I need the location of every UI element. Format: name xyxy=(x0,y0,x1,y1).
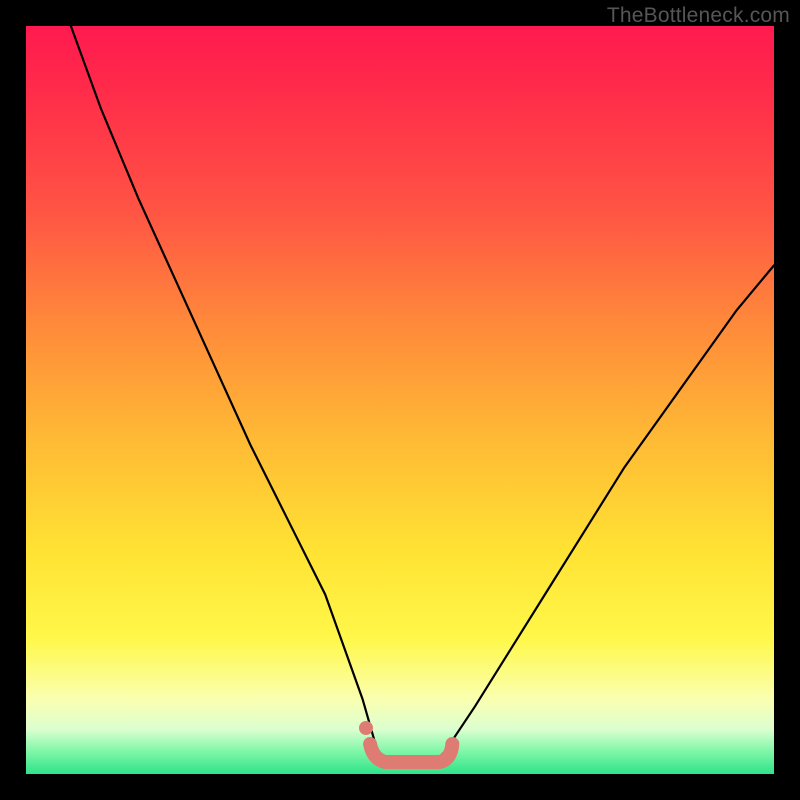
trough-marker-dot xyxy=(359,721,373,735)
curve-layer xyxy=(26,26,774,774)
bottleneck-chart: TheBottleneck.com xyxy=(0,0,800,800)
attribution-label: TheBottleneck.com xyxy=(607,4,790,28)
plot-area xyxy=(26,26,774,774)
trough-marker xyxy=(370,744,452,762)
bottleneck-curve-path xyxy=(71,26,774,767)
